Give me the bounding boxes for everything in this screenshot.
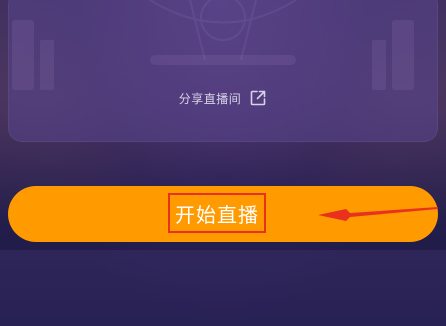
annotation-arrow <box>318 207 438 221</box>
share-live-room[interactable]: 分享直播间 <box>8 86 438 110</box>
start-live-label: 开始直播 <box>168 193 266 233</box>
external-link-icon[interactable] <box>249 89 267 107</box>
preview-card: 分享直播间 <box>8 0 438 142</box>
share-label: 分享直播间 <box>178 91 242 106</box>
